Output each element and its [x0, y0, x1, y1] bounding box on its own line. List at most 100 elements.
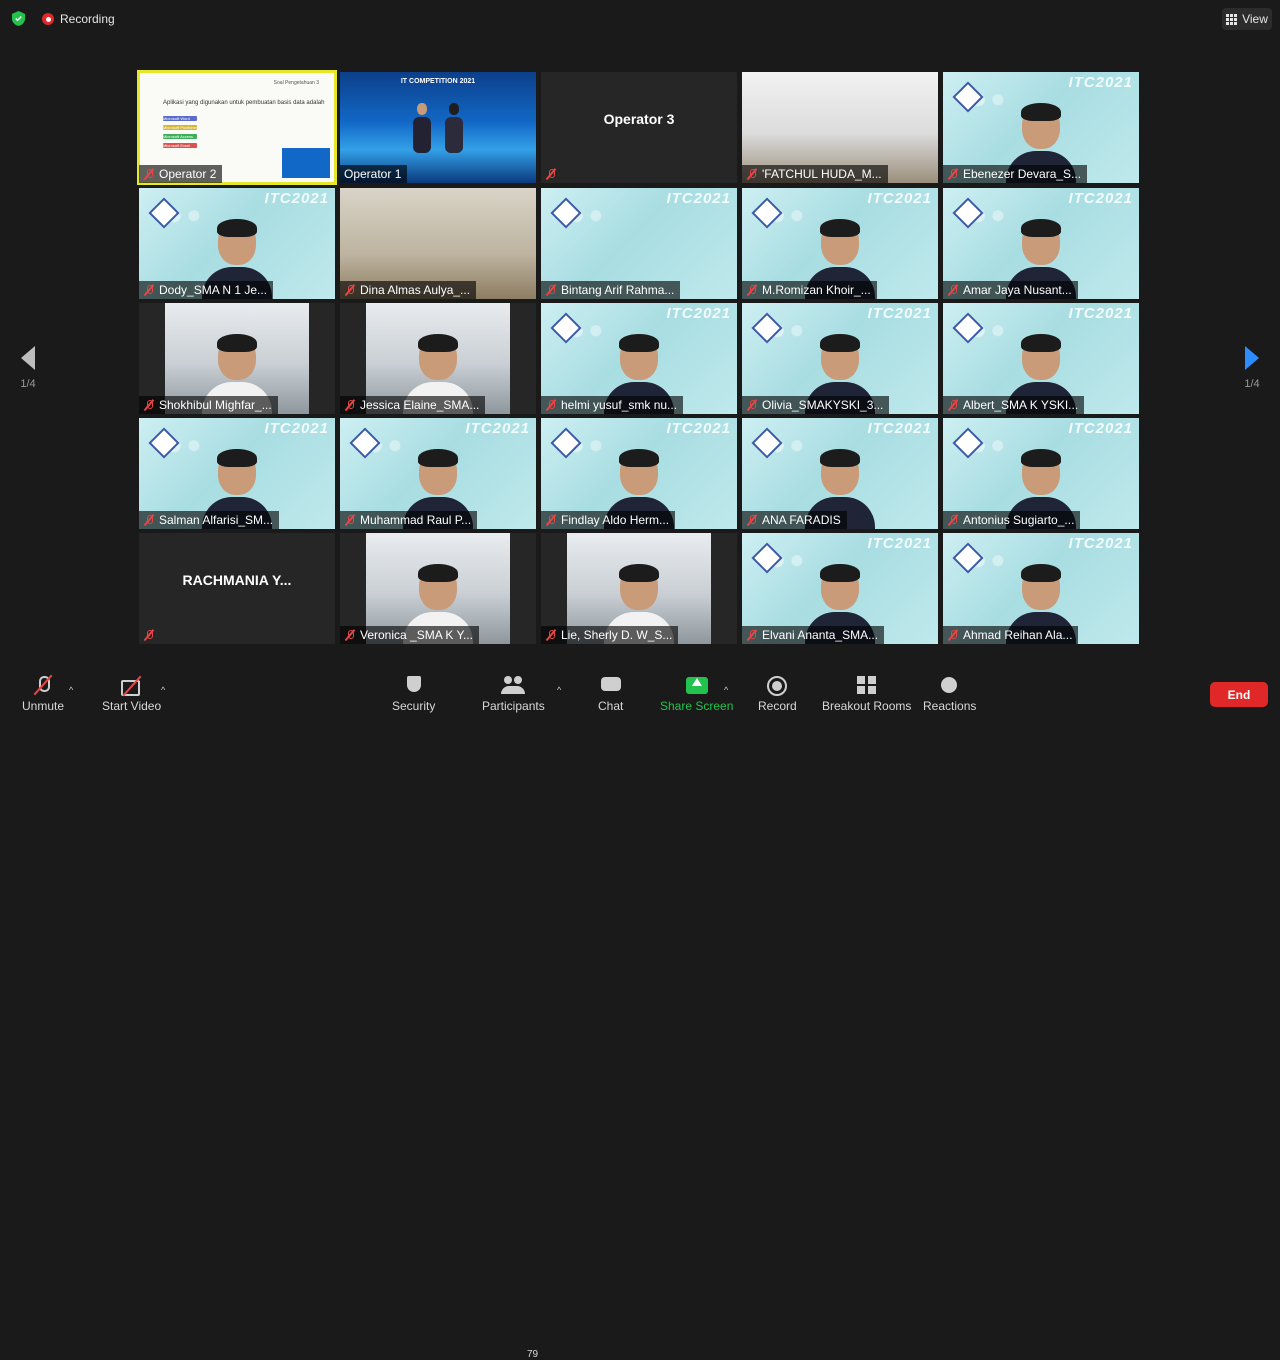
slide-question: Aplikasi yang digunakan untuk pembuatan …	[163, 100, 325, 106]
itc-logo-text: ITC2021	[1068, 305, 1133, 322]
video-tile[interactable]: ITC2021 Dody_SMA N 1 Je...	[139, 188, 335, 299]
record-button[interactable]: Record	[758, 675, 797, 713]
participant-name: Antonius Sugiarto_...	[963, 513, 1075, 527]
video-tile[interactable]: ITC2021 Muhammad Raul P...	[340, 418, 536, 529]
video-tile[interactable]: Shokhibul Mighfar_...	[139, 303, 335, 414]
microphone-muted-icon	[947, 629, 959, 641]
video-tile[interactable]: Soal Pengetahuan 3 Aplikasi yang digunaka…	[137, 70, 337, 185]
school-badge-icon	[952, 542, 984, 574]
slide-option: Microsoft Access	[163, 134, 197, 139]
chevron-right-icon[interactable]	[1245, 346, 1259, 370]
participant-name: Elvani Ananta_SMA...	[762, 628, 879, 642]
participant-name: Amar Jaya Nusant...	[963, 283, 1072, 297]
previous-page-label: 1/4	[20, 378, 36, 390]
video-tile[interactable]: ITC2021 Ahmad Reihan Ala...	[943, 533, 1139, 644]
security-label: Security	[392, 699, 436, 713]
microphone-muted-icon	[947, 514, 959, 526]
meeting-toolbar: Unmute ^ Start Video ^ Security Particip…	[0, 671, 1280, 1360]
view-button[interactable]: View	[1222, 8, 1272, 30]
video-tile[interactable]: 'FATCHUL HUDA_M...	[742, 72, 938, 183]
chevron-left-icon[interactable]	[21, 346, 35, 370]
microphone-muted-icon	[746, 514, 758, 526]
video-tile[interactable]: ITC2021 Ebenezer Devara_S...	[943, 72, 1139, 183]
next-page[interactable]: 1/4	[1237, 346, 1267, 390]
view-label: View	[1242, 12, 1268, 26]
unmute-button[interactable]: Unmute	[22, 675, 64, 713]
share-options-chevron-icon[interactable]: ^	[724, 685, 732, 695]
reactions-button[interactable]: Reactions	[923, 675, 976, 713]
participant-name: Ebenezer Devara_S...	[963, 167, 1082, 181]
participant-name: Shokhibul Mighfar_...	[159, 398, 272, 412]
video-tile[interactable]: Dina Almas Aulya_...	[340, 188, 536, 299]
participant-name-label: Salman Alfarisi_SM...	[139, 511, 280, 529]
school-badge-icon	[550, 427, 582, 459]
participant-name-label	[541, 165, 563, 183]
participant-name: ANA FARADIS	[762, 513, 841, 527]
microphone-muted-icon	[746, 629, 758, 641]
participant-name-label: Antonius Sugiarto_...	[943, 511, 1081, 529]
video-tile[interactable]: Lie, Sherly D. W_S...	[541, 533, 737, 644]
participant-name-label: Dina Almas Aulya_...	[340, 281, 477, 299]
school-badge-icon	[751, 542, 783, 574]
grid-icon	[1226, 13, 1238, 25]
participant-name-label	[139, 626, 161, 644]
video-tile[interactable]: ITC2021 Salman Alfarisi_SM...	[139, 418, 335, 529]
participant-name-label: Bintang Arif Rahma...	[541, 281, 681, 299]
participant-name: Bintang Arif Rahma...	[561, 283, 675, 297]
share-screen-icon	[685, 675, 709, 697]
record-label: Record	[758, 699, 797, 713]
video-tile[interactable]: ITC2021 Olivia_SMAKYSKI_3...	[742, 303, 938, 414]
video-tile[interactable]: ITC2021 Elvani Ananta_SMA...	[742, 533, 938, 644]
school-badge-icon	[148, 427, 180, 459]
participant-name-label: 'FATCHUL HUDA_M...	[742, 165, 888, 183]
participants-options-chevron-icon[interactable]: ^	[557, 685, 565, 695]
video-tile[interactable]: ITC2021 Amar Jaya Nusant...	[943, 188, 1139, 299]
participant-name: Dody_SMA N 1 Je...	[159, 283, 268, 297]
chat-button[interactable]: Chat	[598, 675, 623, 713]
video-tile[interactable]: IT COMPETITION 2021 Operator 1	[340, 72, 536, 183]
video-tile[interactable]: ITC2021 ANA FARADIS	[742, 418, 938, 529]
security-button[interactable]: Security	[392, 675, 435, 713]
video-tile[interactable]: ITC2021 helmi yusuf_smk nu...	[541, 303, 737, 414]
video-tile[interactable]: Jessica Elaine_SMA...	[340, 303, 536, 414]
video-tile[interactable]: Veronica _SMA K Y...	[340, 533, 536, 644]
participants-button[interactable]: Participants	[482, 675, 545, 713]
start-video-button[interactable]: Start Video	[102, 675, 161, 713]
video-tile[interactable]: ITC2021 Bintang Arif Rahma...	[541, 188, 737, 299]
microphone-muted-icon	[344, 399, 356, 411]
school-badge-icon	[148, 197, 180, 229]
participant-name-large: RACHMANIA Y...	[182, 571, 292, 588]
participant-name-label: Ebenezer Devara_S...	[943, 165, 1088, 183]
participant-name-label: helmi yusuf_smk nu...	[541, 396, 684, 414]
video-tile[interactable]: ITC2021 Findlay Aldo Herm...	[541, 418, 737, 529]
itc-logo-text: ITC2021	[264, 190, 329, 207]
microphone-muted-icon	[344, 629, 356, 641]
participants-count: 79	[527, 1349, 539, 1360]
participant-name-label: Olivia_SMAKYSKI_3...	[742, 396, 890, 414]
school-badge-icon	[952, 197, 984, 229]
video-tile[interactable]: Operator 3	[541, 72, 737, 183]
audio-options-chevron-icon[interactable]: ^	[69, 685, 77, 695]
video-options-chevron-icon[interactable]: ^	[161, 685, 169, 695]
participant-name: Salman Alfarisi_SM...	[159, 513, 274, 527]
itc-logo-text: ITC2021	[867, 190, 932, 207]
participant-name-label: Jessica Elaine_SMA...	[340, 396, 486, 414]
recording-indicator[interactable]: Recording	[42, 12, 115, 26]
video-tile[interactable]: ITC2021 Antonius Sugiarto_...	[943, 418, 1139, 529]
recording-label: Recording	[60, 12, 115, 26]
reactions-icon	[938, 675, 962, 697]
participant-name-label: Lie, Sherly D. W_S...	[541, 626, 679, 644]
microphone-muted-icon	[545, 284, 557, 296]
participant-name: Operator 1	[344, 167, 402, 181]
video-tile[interactable]: ITC2021 M.Romizan Khoir_...	[742, 188, 938, 299]
previous-page[interactable]: 1/4	[13, 346, 43, 390]
share-screen-button[interactable]: Share Screen	[660, 675, 733, 713]
participant-name: Muhammad Raul P...	[360, 513, 472, 527]
itc-logo-text: ITC2021	[1068, 190, 1133, 207]
end-meeting-button[interactable]: End	[1210, 682, 1268, 707]
participant-name: Olivia_SMAKYSKI_3...	[762, 398, 884, 412]
video-tile[interactable]: ITC2021 Albert_SMA K YSKI...	[943, 303, 1139, 414]
breakout-rooms-button[interactable]: Breakout Rooms	[822, 675, 911, 713]
encryption-shield-icon[interactable]	[11, 11, 26, 26]
video-tile[interactable]: RACHMANIA Y...	[139, 533, 335, 644]
